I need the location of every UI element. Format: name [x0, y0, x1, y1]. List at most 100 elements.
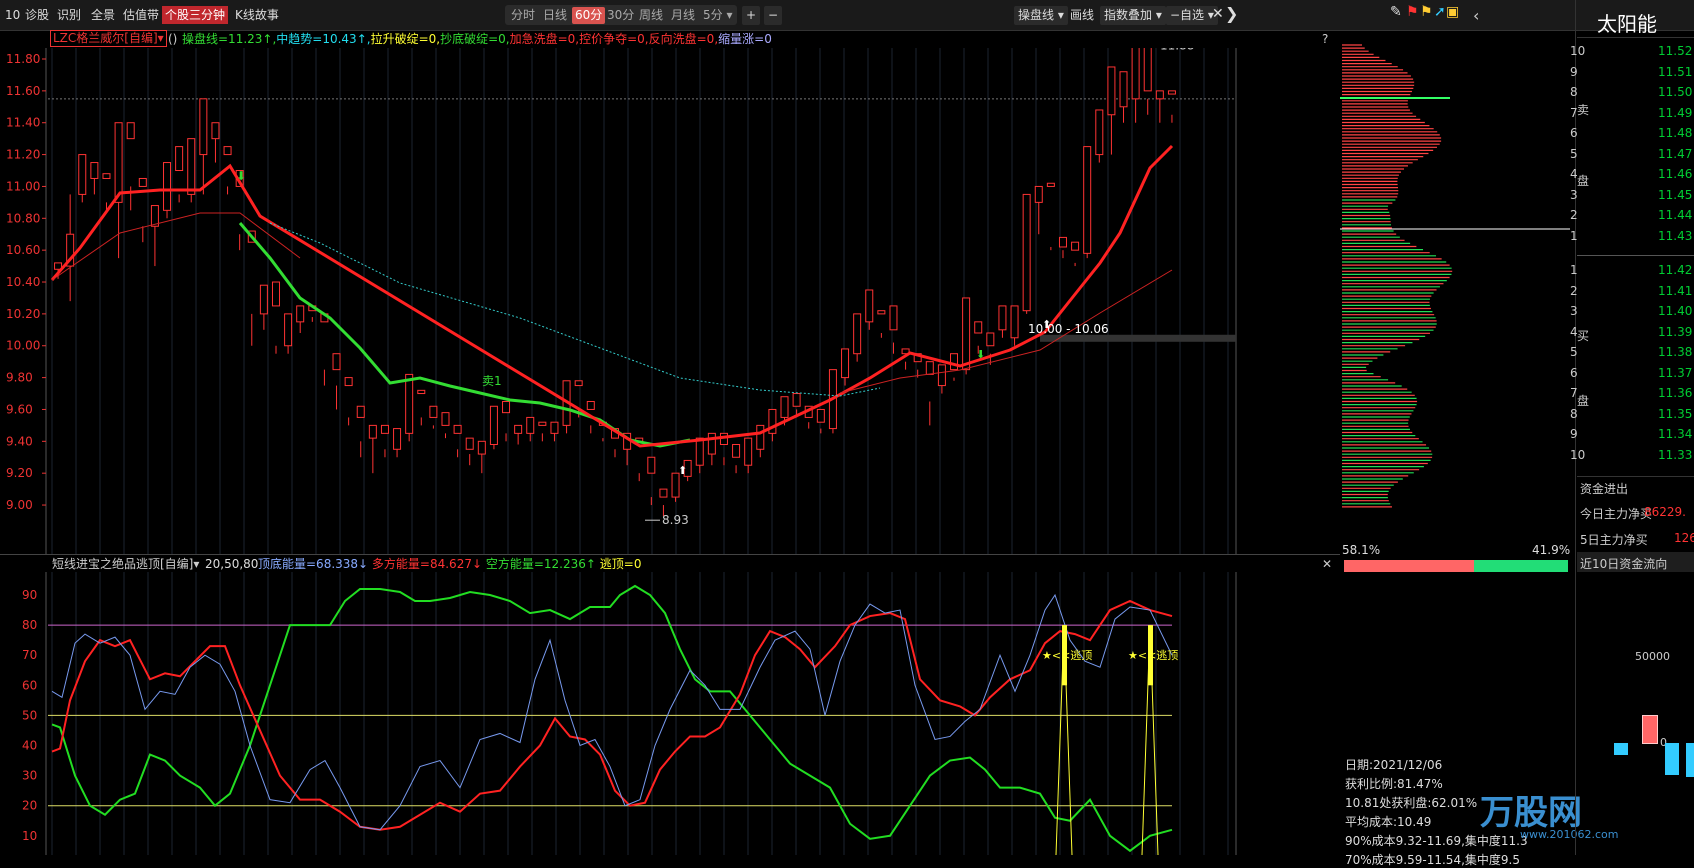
- candlestick-chart[interactable]: 11.80 11.60 11.40 11.20 11.00 10.80 10.60 10.40…: [0, 48, 1340, 554]
- period-1[interactable]: 日线: [540, 7, 570, 24]
- toolbar-button-1[interactable]: 画线: [1066, 6, 1098, 25]
- buy-quote-row[interactable]: 9 11.34: [1570, 427, 1694, 447]
- buy-quote-row[interactable]: 1 11.42: [1570, 263, 1694, 283]
- candle-body: [732, 444, 741, 458]
- period-5[interactable]: 月线: [668, 7, 698, 24]
- today-main-label: 今日主力净买: [1580, 507, 1653, 521]
- period-6[interactable]: 5分 ▾: [700, 7, 735, 24]
- period-3[interactable]: 30分: [604, 7, 637, 24]
- quote-level: 4: [1570, 324, 1578, 339]
- sell-quote-row[interactable]: 5 11.47: [1570, 147, 1694, 167]
- buy-quote-row[interactable]: 3 11.40: [1570, 304, 1694, 324]
- formula-selector[interactable]: LZC格兰威尔[自编]▾: [50, 30, 167, 47]
- ten-day-header[interactable]: 近10日资金流向: [1577, 552, 1694, 572]
- candle-body: [187, 138, 196, 195]
- quote-price: 11.43: [1658, 228, 1693, 243]
- price-tick: 9.40: [6, 434, 33, 448]
- help-icon[interactable]: ?: [1322, 30, 1328, 48]
- quote-price: 11.47: [1658, 146, 1693, 161]
- osc-tick: 70: [22, 648, 37, 662]
- chip-profit-at: 10.81处获利盘:62.01%: [1345, 796, 1478, 810]
- candle-body: [356, 405, 365, 418]
- toolbar-button-0[interactable]: 操盘线 ▾: [1014, 6, 1068, 25]
- sub-indicator-values: 顶底能量=68.338↓ 多方能量=84.627↓ 空方能量=12.236↑ 逃…: [258, 555, 641, 573]
- buy-quote-row[interactable]: 4 11.39: [1570, 325, 1694, 345]
- period-2[interactable]: 60分: [572, 7, 606, 24]
- sell-quote-row[interactable]: 2 11.44: [1570, 208, 1694, 228]
- buy-quote-row[interactable]: 5 11.38: [1570, 345, 1694, 365]
- sell-quote-row[interactable]: 8 11.50: [1570, 85, 1694, 105]
- profit-loss-bar: [1344, 560, 1568, 572]
- oscillator-chart[interactable]: 90 80 70 60 50 40 30 20 10 ★<<逃顶 ★<<逃顶: [0, 572, 1340, 855]
- main-indicator-item-1: 中趋势=10.43↑,: [276, 32, 371, 46]
- price-tick: 9.60: [6, 402, 33, 416]
- sell-quote-row[interactable]: 10 11.52: [1570, 44, 1694, 64]
- period-4[interactable]: 周线: [636, 7, 666, 24]
- buy-quote-row[interactable]: 6 11.37: [1570, 366, 1694, 386]
- quote-level: 9: [1570, 64, 1578, 79]
- buy-quote-row[interactable]: 10 11.33: [1570, 448, 1694, 468]
- quote-level: 6: [1570, 126, 1578, 140]
- sub-indicator-params: 20,50,80: [205, 557, 259, 571]
- stock-name: 太阳能: [1597, 12, 1657, 36]
- zoom-in-button[interactable]: +: [742, 6, 761, 25]
- candle-body: [1155, 90, 1164, 100]
- tab-1[interactable]: 诊股: [22, 6, 52, 24]
- sell-quote-row[interactable]: 6 11.48: [1570, 126, 1694, 146]
- candle-body: [453, 424, 462, 434]
- sub-indicator-name[interactable]: 短线进宝之绝品逃顶[自编]▾: [52, 555, 199, 573]
- flag-red-icon[interactable]: ⚑: [1406, 4, 1419, 20]
- period-0[interactable]: 分时: [508, 7, 538, 24]
- fund-flow-title[interactable]: 资金进出: [1580, 480, 1628, 497]
- sell-quote-row[interactable]: 7 11.49: [1570, 106, 1694, 126]
- main-indicator-values: 操盘线=11.23↑,中趋势=10.43↑,拉升破绽=0,抄底破绽=0,加急洗盘…: [182, 30, 772, 48]
- candle-body: [393, 428, 402, 450]
- arrow-icon[interactable]: ➚: [1434, 4, 1446, 20]
- sell-quote-row[interactable]: 9 11.51: [1570, 65, 1694, 85]
- tab-3[interactable]: 全景: [88, 6, 118, 24]
- close-panel-icon[interactable]: ✕: [1212, 6, 1224, 22]
- toolbar-button-3[interactable]: −自选 ▾: [1166, 6, 1218, 25]
- candle-body: [429, 405, 438, 418]
- buy-quote-row[interactable]: 8 11.35: [1570, 407, 1694, 427]
- ma-thin-red-line-2: [839, 269, 1173, 394]
- main-indicator-item-7: 缩量涨=0: [718, 32, 772, 46]
- pen-icon[interactable]: ✎: [1390, 4, 1402, 20]
- tab-6[interactable]: K线故事: [232, 6, 282, 24]
- buy-quote-row[interactable]: 7 11.36: [1570, 386, 1694, 406]
- quote-price: 11.42: [1658, 263, 1693, 277]
- tab-4[interactable]: 估值带: [120, 6, 162, 24]
- tab-5[interactable]: 个股三分钟: [162, 6, 229, 24]
- quote-level: 7: [1570, 386, 1578, 400]
- quote-price: 11.44: [1658, 208, 1693, 222]
- expand-icon[interactable]: ❯: [1225, 4, 1238, 23]
- candle-body: [1095, 109, 1104, 156]
- candle-body: [271, 281, 280, 307]
- candle-body: [138, 177, 147, 187]
- prev-stock-icon[interactable]: ‹: [1473, 6, 1479, 25]
- tab-0[interactable]: 10: [2, 6, 23, 24]
- zoom-out-button[interactable]: −: [764, 6, 783, 25]
- sub-indicator-item-0: 顶底能量=68.338↓: [258, 557, 372, 571]
- note-icon[interactable]: ▣: [1446, 4, 1459, 20]
- candle-body: [1058, 236, 1067, 248]
- candle-body: [78, 154, 87, 195]
- sell-quote-row[interactable]: 4 11.46: [1570, 167, 1694, 187]
- flag-yellow-icon[interactable]: ⚑: [1420, 4, 1433, 20]
- toolbar-button-2[interactable]: 指数叠加 ▾: [1100, 6, 1166, 25]
- buy-quote-row[interactable]: 2 11.41: [1570, 284, 1694, 304]
- close-indicator-icon[interactable]: ✕: [1322, 555, 1332, 573]
- candle-body: [332, 353, 341, 371]
- candle-body: [647, 456, 656, 474]
- main-indicator-item-6: 反向洗盘=0,: [648, 32, 719, 46]
- main-indicator-item-0: 操盘线=11.23↑,: [182, 32, 277, 46]
- up-arrow-icon-2: ⬆: [1042, 318, 1051, 331]
- sell-quote-row[interactable]: 1 11.43: [1570, 229, 1694, 249]
- tab-2[interactable]: 识别: [54, 6, 84, 24]
- main-indicator-item-3: 抄底破绽=0,: [440, 32, 510, 46]
- candle-body: [1143, 48, 1152, 92]
- sell-quote-row[interactable]: 3 11.45: [1570, 188, 1694, 208]
- candle-body: [974, 321, 983, 334]
- candle-body: [114, 122, 123, 203]
- quote-level: 2: [1570, 283, 1578, 298]
